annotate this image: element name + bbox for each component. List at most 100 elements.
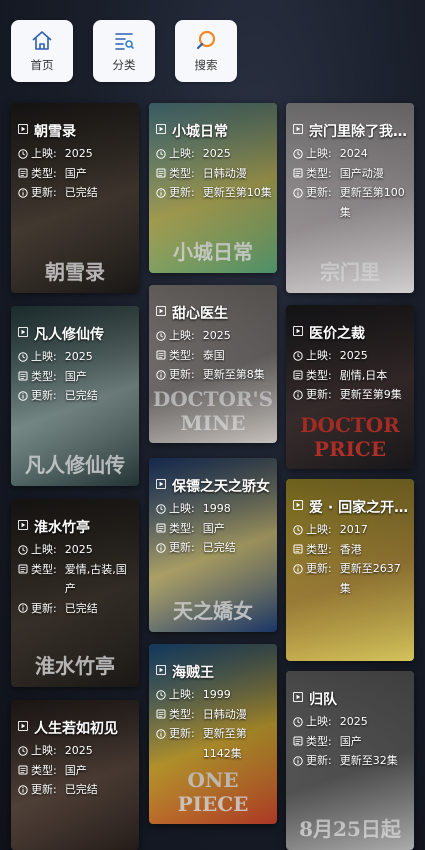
release-year: 2017 bbox=[339, 523, 368, 536]
type-label: 类型: bbox=[169, 348, 195, 362]
play-icon bbox=[18, 520, 32, 534]
type-row: 类型: 国产 bbox=[156, 519, 273, 539]
update-label: 更新: bbox=[31, 601, 57, 615]
play-icon bbox=[156, 479, 170, 493]
card-title-text: 爱 · 回家之开… bbox=[309, 500, 409, 516]
type-row: 类型: 国产 bbox=[18, 164, 135, 184]
card-title: 凡人修仙传 bbox=[18, 324, 135, 344]
type-label: 类型: bbox=[169, 521, 195, 535]
release-year: 1999 bbox=[202, 688, 231, 701]
play-icon bbox=[18, 327, 32, 341]
release-label: 上映: bbox=[306, 715, 332, 728]
play-icon bbox=[293, 326, 307, 340]
release-label: 上映: bbox=[31, 350, 57, 363]
type-value: 国产 bbox=[64, 369, 87, 383]
update-label: 更新: bbox=[306, 388, 332, 401]
type-value: 日韩动漫 bbox=[202, 166, 247, 180]
video-card[interactable]: 朝雪录 朝雪录 上映: 2025 类型: 国产 更新: 已完结 bbox=[11, 103, 139, 293]
info-icon bbox=[156, 538, 167, 557]
type-label: 类型: bbox=[306, 166, 332, 180]
card-info: 归队 上映: 2025 类型: 国产 更新: 更新至32集 bbox=[293, 689, 410, 771]
video-card[interactable]: 淮水竹亭 淮水竹亭 上映: 2025 类型: 爱情,古装,国产 更新: 已完结 bbox=[11, 499, 139, 687]
release-label: 上映: bbox=[31, 543, 57, 556]
search-icon bbox=[196, 30, 216, 50]
type-label: 类型: bbox=[31, 369, 57, 383]
card-title: 人生若如初见 bbox=[18, 718, 135, 738]
release-year: 2025 bbox=[339, 349, 368, 362]
update-status: 已完结 bbox=[64, 389, 98, 402]
video-card[interactable]: 爱 · 回家之开… 上映: 2017 类型: 香港 更新: 更新至2637集 bbox=[286, 479, 414, 661]
card-title-text: 保镖之天之骄女 bbox=[172, 479, 270, 495]
update-row: 更新: 已完结 bbox=[156, 538, 273, 558]
update-row: 更新: 已完结 bbox=[18, 386, 135, 406]
nav-search-button[interactable]: 搜索 bbox=[175, 20, 237, 82]
nav-home-button[interactable]: 首页 bbox=[11, 20, 73, 82]
category-icon bbox=[18, 164, 29, 183]
clock-icon bbox=[156, 144, 167, 163]
info-icon bbox=[293, 559, 304, 578]
info-icon bbox=[18, 599, 29, 618]
video-card[interactable]: DOCTOR PRICE 医价之裁 上映: 2025 类型: 剧情,日本 更新:… bbox=[286, 305, 414, 469]
card-title: 朝雪录 bbox=[18, 121, 135, 141]
update-status: 更新至2637集 bbox=[339, 562, 401, 595]
category-icon bbox=[18, 761, 29, 780]
video-card[interactable]: 8月25日起 归队 上映: 2025 类型: 国产 更新: 更新至32集 bbox=[286, 671, 414, 850]
nav-category-button[interactable]: 分类 bbox=[93, 20, 155, 82]
category-icon bbox=[293, 164, 304, 183]
clock-icon bbox=[18, 741, 29, 760]
type-row: 类型: 泰国 bbox=[156, 346, 273, 366]
category-icon bbox=[293, 540, 304, 559]
category-icon bbox=[18, 560, 29, 579]
clock-icon bbox=[156, 326, 167, 345]
video-card[interactable]: ONE PIECE 海贼王 上映: 1999 类型: 日韩动漫 更新: 更新至第… bbox=[149, 644, 277, 824]
type-label: 类型: bbox=[31, 166, 57, 180]
card-title: 爱 · 回家之开… bbox=[293, 497, 410, 517]
update-status: 已完结 bbox=[64, 186, 98, 199]
clock-icon bbox=[293, 712, 304, 731]
category-icon bbox=[293, 366, 304, 385]
card-title-text: 淮水竹亭 bbox=[34, 520, 90, 536]
info-icon bbox=[18, 780, 29, 799]
video-card[interactable]: DOCTOR'S MINE 甜心医生 上映: 2025 类型: 泰国 更新: 更… bbox=[149, 285, 277, 443]
update-row: 更新: 更新至第8集 bbox=[156, 365, 273, 385]
play-icon bbox=[18, 124, 32, 138]
type-value: 国产动漫 bbox=[339, 166, 384, 180]
update-row: 更新: 更新至第100集 bbox=[293, 183, 410, 222]
card-info: 爱 · 回家之开… 上映: 2017 类型: 香港 更新: 更新至2637集 bbox=[293, 497, 410, 598]
card-title: 小城日常 bbox=[156, 121, 273, 141]
info-icon bbox=[293, 751, 304, 770]
card-title: 归队 bbox=[293, 689, 410, 709]
type-value: 香港 bbox=[339, 542, 362, 556]
video-card[interactable]: 凡人修仙传 凡人修仙传 上映: 2025 类型: 国产 更新: 已完结 bbox=[11, 306, 139, 486]
update-row: 更新: 更新至2637集 bbox=[293, 559, 410, 598]
update-label: 更新: bbox=[31, 783, 57, 796]
release-row: 上映: 2025 bbox=[18, 144, 135, 164]
video-card[interactable]: 人生若如初见 上映: 2025 类型: 国产 更新: 已完结 bbox=[11, 700, 139, 850]
play-icon bbox=[156, 306, 170, 320]
release-year: 2025 bbox=[339, 715, 368, 728]
video-card[interactable]: 宗门里 宗门里除了我… 上映: 2024 类型: 国产动漫 更新: 更新至第10… bbox=[286, 103, 414, 293]
update-label: 更新: bbox=[306, 186, 332, 199]
card-info: 保镖之天之骄女 上映: 1998 类型: 国产 更新: 已完结 bbox=[156, 476, 273, 558]
type-value: 国产 bbox=[202, 521, 225, 535]
update-label: 更新: bbox=[31, 186, 57, 199]
update-row: 更新: 更新至第1142集 bbox=[156, 724, 273, 763]
info-icon bbox=[293, 385, 304, 404]
update-row: 更新: 更新至第10集 bbox=[156, 183, 273, 203]
video-card[interactable]: 天之嬌女 保镖之天之骄女 上映: 1998 类型: 国产 更新: 已完结 bbox=[149, 458, 277, 632]
clock-icon bbox=[293, 346, 304, 365]
type-value: 日韩动漫 bbox=[202, 707, 247, 721]
category-icon bbox=[156, 164, 167, 183]
release-row: 上映: 2025 bbox=[18, 540, 135, 560]
video-card[interactable]: 小城日常 小城日常 上映: 2025 类型: 日韩动漫 更新: 更新至第10集 bbox=[149, 103, 277, 273]
update-status: 更新至第10集 bbox=[202, 186, 272, 199]
card-info: 凡人修仙传 上映: 2025 类型: 国产 更新: 已完结 bbox=[18, 324, 135, 406]
release-year: 2024 bbox=[339, 147, 368, 160]
card-title-text: 小城日常 bbox=[172, 124, 228, 140]
update-row: 更新: 更新至32集 bbox=[293, 751, 410, 771]
clock-icon bbox=[156, 685, 167, 704]
type-row: 类型: 国产 bbox=[18, 761, 135, 781]
type-row: 类型: 剧情,日本 bbox=[293, 366, 410, 386]
update-label: 更新: bbox=[306, 562, 332, 575]
type-value: 泰国 bbox=[202, 348, 225, 362]
